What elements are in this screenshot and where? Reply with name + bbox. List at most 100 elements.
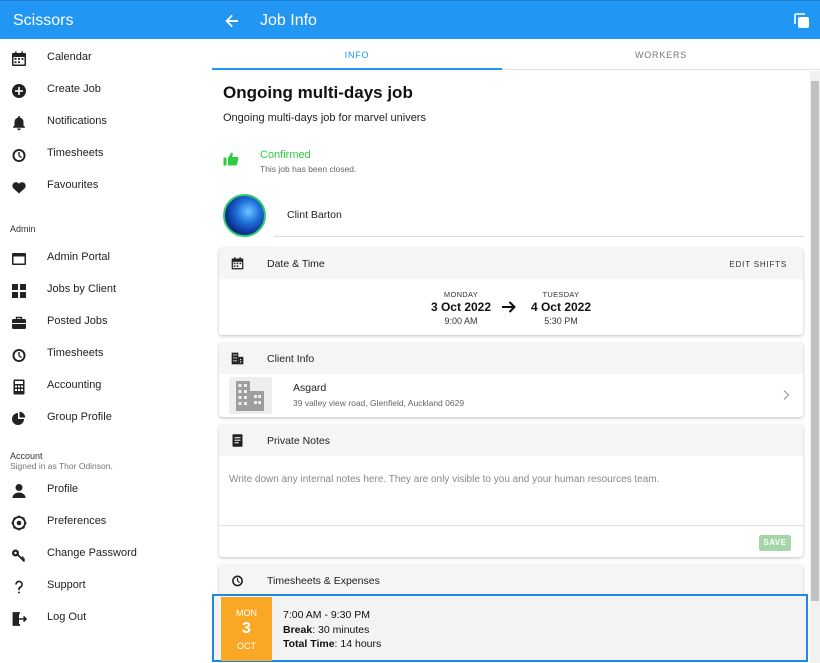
sidebar-item-accounting[interactable]: Accounting [0,372,212,402]
stopwatch-icon [10,346,28,364]
sidebar-item-favourites[interactable]: Favourites [0,172,212,202]
date-badge-weekday: MON [236,608,257,618]
sidebar-item-label: Favourites [47,179,99,191]
section-title-account: Account [10,451,43,461]
timesheet-total: Total Time: 14 hours [283,638,381,650]
sidebar-item-label: Support [47,579,86,591]
status-label: Confirmed [260,149,311,161]
scrollbar-thumb[interactable] [811,81,819,601]
sidebar-item-label: Jobs by Client [47,283,117,295]
chevron-right-icon[interactable] [781,388,791,400]
heart-icon [10,178,28,196]
sidebar-item-admin-timesheets[interactable]: Timesheets [0,340,212,370]
key-icon [10,546,28,564]
card-title: Private Notes [267,435,331,447]
scrollbar[interactable] [810,71,820,663]
sidebar-item-label: Posted Jobs [47,315,108,327]
copy-icon[interactable] [792,11,812,31]
sidebar: Calendar Create Job Notifications Timesh… [0,39,212,663]
end-datetime: TUESDAY 4 Oct 2022 5:30 PM [525,290,597,326]
start-time: 9:00 AM [444,316,478,326]
card-title: Date & Time [267,258,325,270]
sidebar-item-admin-portal[interactable]: Admin Portal [0,244,212,274]
sidebar-item-profile[interactable]: Profile [0,476,212,506]
total-value: : 14 hours [334,638,382,650]
tab-workers[interactable]: WORKERS [502,39,820,70]
timesheet-entry[interactable]: MON 3 OCT 7:00 AM - 9:30 PM Break: 30 mi… [212,594,808,662]
sidebar-item-label: Calendar [47,51,92,63]
pie-chart-icon [10,410,28,428]
job-title: Ongoing multi-days job [223,83,413,102]
main-content: INFO WORKERS Ongoing multi-days job Ongo… [212,39,820,663]
date-time-card: Date & Time EDIT SHIFTS MONDAY 3 Oct 202… [219,248,803,335]
sidebar-item-support[interactable]: Support [0,572,212,602]
save-button[interactable]: SAVE [759,535,791,551]
date-badge-day: 3 [242,620,251,637]
job-description: Ongoing multi-days job for marvel univer… [223,112,426,124]
card-header: Private Notes [219,425,803,456]
sidebar-item-preferences[interactable]: Preferences [0,508,212,538]
calculator-icon [10,378,28,396]
sidebar-item-label: Accounting [47,379,102,391]
add-circle-icon [10,82,28,100]
end-date: 4 Oct 2022 [530,300,592,314]
sidebar-item-posted-jobs[interactable]: Posted Jobs [0,308,212,338]
sidebar-item-label: Notifications [47,115,107,127]
thumbs-up-icon [222,150,240,168]
section-title-admin: Admin [10,224,36,234]
calendar-icon [10,50,28,68]
status-note: This job has been closed. [260,164,357,174]
break-value: : 30 minutes [312,624,370,636]
sidebar-item-label: Create Job [47,83,101,95]
briefcase-icon [10,314,28,332]
sidebar-item-label: Log Out [47,611,87,623]
start-day: MONDAY [443,290,479,299]
sidebar-item-log-out[interactable]: Log Out [0,604,212,634]
card-title: Timesheets & Expenses [267,575,380,587]
sidebar-item-label: Admin Portal [47,251,110,263]
sidebar-item-timesheets[interactable]: Timesheets [0,140,212,170]
date-badge-month: OCT [237,641,256,651]
back-arrow-icon[interactable] [222,11,242,31]
total-label: Total Time [283,638,335,650]
sidebar-item-notifications[interactable]: Notifications [0,108,212,138]
sidebar-item-label: Preferences [47,515,107,527]
tab-info[interactable]: INFO [212,39,502,70]
window-icon [10,250,28,268]
grid-icon [10,282,28,300]
app-bar: Scissors Job Info [0,0,820,39]
edit-shifts-button[interactable]: EDIT SHIFTS [729,260,787,269]
divider [274,236,804,237]
sidebar-item-label: Group Profile [47,411,112,423]
arrow-right-icon [500,298,518,316]
sidebar-item-label: Timesheets [47,347,104,359]
worker-avatar[interactable] [223,194,266,237]
logout-icon [10,610,28,628]
timesheet-break: Break: 30 minutes [283,624,369,636]
client-name: Asgard [293,382,327,394]
sidebar-item-jobs-by-client[interactable]: Jobs by Client [0,276,212,306]
sidebar-item-create-job[interactable]: Create Job [0,76,212,106]
card-title: Client Info [267,353,315,365]
card-header: Date & Time EDIT SHIFTS [219,248,803,279]
signed-in-text: Signed in as Thor Odinson. [10,461,113,471]
end-day: TUESDAY [542,290,580,299]
calendar-icon [230,256,245,271]
sidebar-item-label: Timesheets [47,147,104,159]
start-date: 3 Oct 2022 [430,300,492,314]
client-info-card[interactable]: Client Info Asgard 39 valley view road, … [219,343,803,417]
sidebar-item-change-password[interactable]: Change Password [0,540,212,570]
sidebar-item-group-profile[interactable]: Group Profile [0,404,212,434]
settings-icon [10,514,28,532]
card-header: Timesheets & Expenses [219,565,803,596]
note-icon [230,433,245,448]
question-icon [10,578,28,596]
end-time: 5:30 PM [544,316,578,326]
bell-icon [10,114,28,132]
client-thumbnail [229,377,272,414]
sidebar-item-calendar[interactable]: Calendar [0,44,212,74]
worker-name[interactable]: Clint Barton [287,209,342,221]
break-label: Break [283,624,313,636]
private-notes-input[interactable] [229,467,793,491]
sidebar-item-label: Profile [47,483,79,495]
